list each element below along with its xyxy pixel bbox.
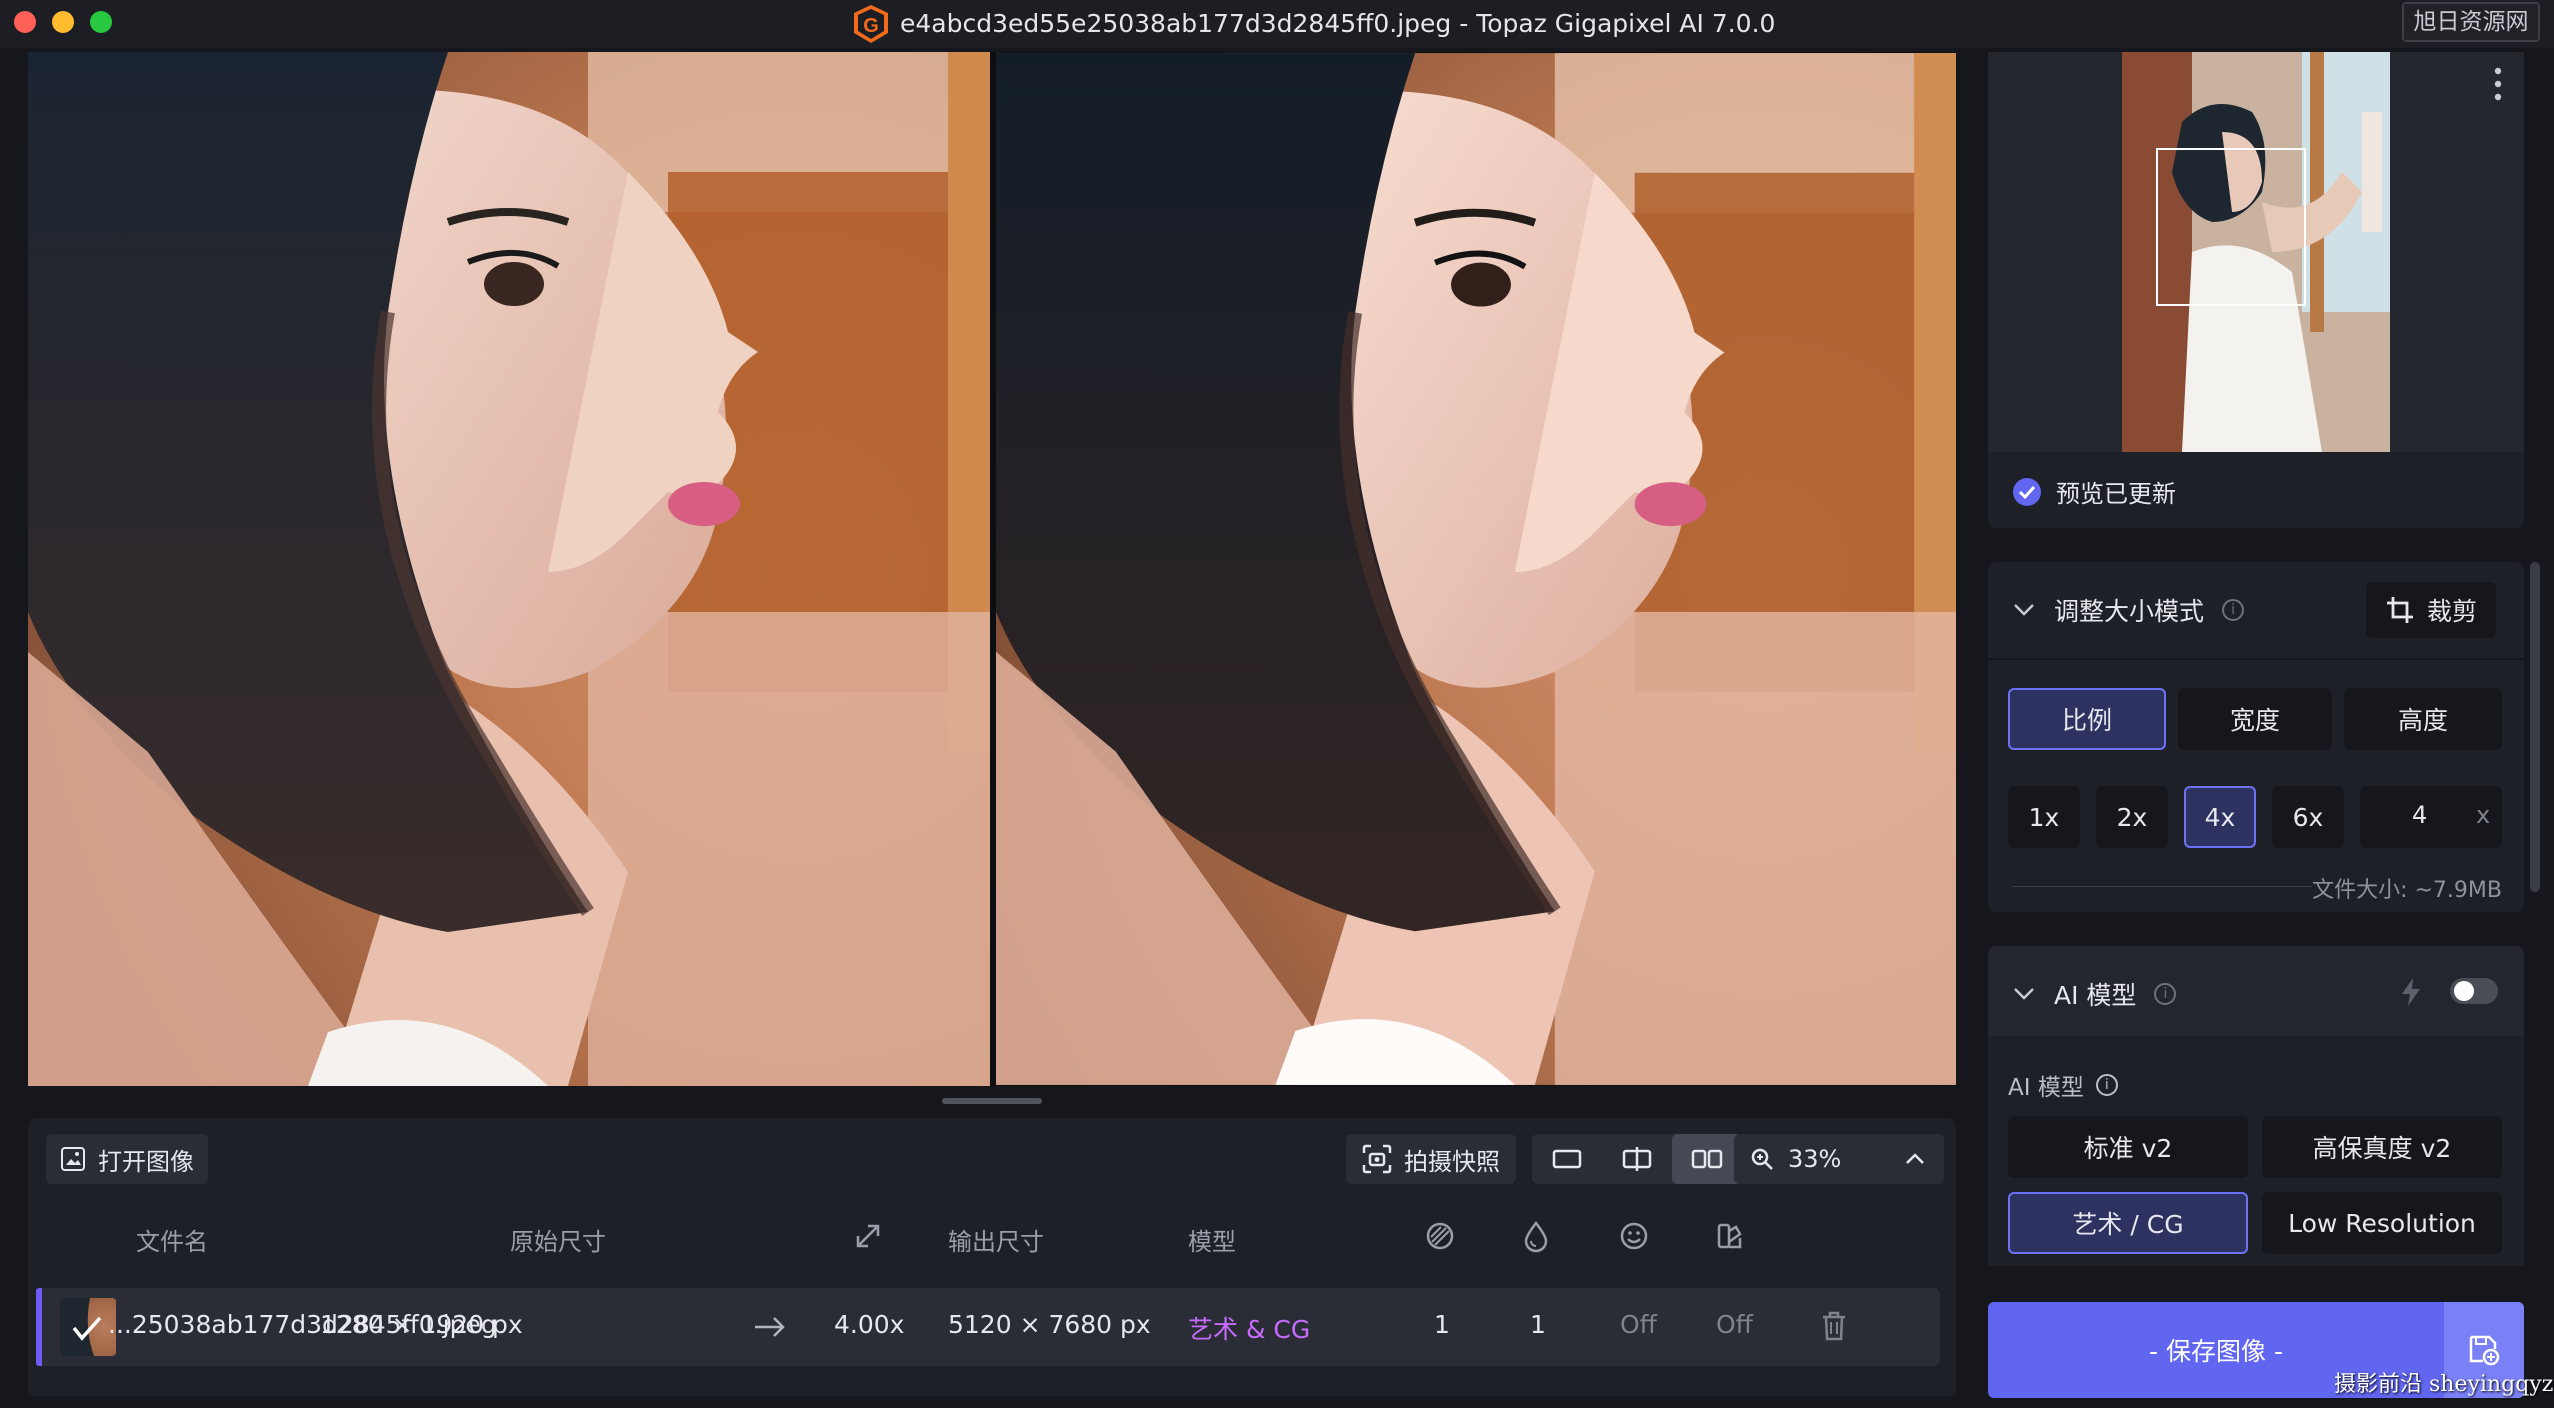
scale-4x-button[interactable]: 4x: [2184, 786, 2256, 848]
row-original-size: 1280 × 1920 px: [320, 1310, 523, 1339]
ai-model-subtitle-text: AI 模型: [2008, 1075, 2084, 1101]
enhanced-image: [996, 52, 1956, 1086]
close-window-button[interactable]: [14, 11, 36, 33]
bolt-icon: [2402, 978, 2420, 1006]
image-preview[interactable]: [28, 52, 1956, 1086]
sharpen-drop-icon: [1524, 1220, 1548, 1253]
resize-mode-panel: 调整大小模式 i 裁剪 比例 宽度 高度 1x 2x 4x 6x 4 x 文件大…: [1988, 562, 2524, 912]
model-high-fidelity-v2-button[interactable]: 高保真度 v2: [2262, 1116, 2502, 1178]
header-model: 模型: [1188, 1228, 1236, 1256]
split-view-icon: [1622, 1147, 1652, 1171]
row-sharpen-value: 1: [1530, 1310, 1546, 1339]
snapshot-label: 拍摄快照: [1404, 1147, 1500, 1176]
navigator-panel: 预览已更新: [1988, 52, 2524, 528]
crop-icon: [2386, 597, 2413, 623]
face-recovery-icon: [1620, 1222, 1648, 1250]
svg-text:G: G: [863, 15, 879, 37]
row-denoise-value: 1: [1434, 1310, 1450, 1339]
check-circle-icon: [2013, 477, 2041, 506]
file-panel: 打开图像 拍摄快照 33% 文件名 原始尺寸 输出尺寸 模型 ...25038a…: [28, 1118, 1956, 1396]
watermark-top: 旭日资源网: [2402, 2, 2540, 42]
zoom-control[interactable]: 33%: [1734, 1134, 1944, 1184]
header-filename: 文件名: [136, 1228, 208, 1256]
zoom-value: 33%: [1788, 1145, 1842, 1173]
header-original-size: 原始尺寸: [510, 1228, 606, 1256]
original-image-pane[interactable]: [28, 52, 990, 1086]
ai-model-toggle[interactable]: [2450, 978, 2498, 1004]
mode-height-button[interactable]: 高度: [2344, 688, 2502, 750]
window-title: e4abcd3ed55e25038ab177d3d2845ff0.jpeg - …: [900, 9, 1776, 38]
watermark-bottom: 摄影前沿 sheyingqyz.com: [2334, 1372, 2554, 1397]
table-row[interactable]: ...25038ab177d3d2845ff0.jpeg 1280 × 1920…: [36, 1288, 1940, 1366]
file-size-estimate: 文件大小: ~7.9MB: [2312, 878, 2502, 903]
chevron-up-icon[interactable]: [1904, 1152, 1926, 1166]
panel-resize-handle[interactable]: [942, 1098, 1042, 1104]
crop-button[interactable]: 裁剪: [2366, 582, 2496, 638]
mode-ratio-button[interactable]: 比例: [2008, 688, 2166, 750]
toggle-knob: [2454, 981, 2474, 1001]
ai-model-title: AI 模型: [2054, 981, 2137, 1010]
header-output-size: 输出尺寸: [948, 1228, 1044, 1256]
custom-scale-value: 4: [2412, 801, 2428, 829]
single-view-icon: [1552, 1149, 1582, 1169]
enhanced-image-pane[interactable]: [996, 52, 1956, 1086]
resize-mode-header[interactable]: 调整大小模式 i: [2012, 592, 2245, 628]
topaz-logo-icon: G: [854, 5, 888, 43]
divider: [2012, 886, 2312, 887]
open-image-button[interactable]: 打开图像: [46, 1134, 208, 1184]
open-image-label: 打开图像: [98, 1147, 194, 1176]
scale-expand-icon: [856, 1224, 880, 1248]
model-art-cg-button[interactable]: 艺术 / CG: [2008, 1192, 2248, 1254]
scale-6x-button[interactable]: 6x: [2272, 786, 2344, 848]
preview-status: 预览已更新: [2012, 474, 2176, 509]
row-color-value: Off: [1716, 1310, 1753, 1339]
minimize-window-button[interactable]: [52, 11, 74, 33]
more-options-icon[interactable]: [2494, 66, 2502, 102]
snapshot-button[interactable]: 拍摄快照: [1346, 1134, 1516, 1184]
title-bar: G e4abcd3ed55e25038ab177d3d2845ff0.jpeg …: [0, 0, 2554, 48]
side-by-side-view-button[interactable]: [1672, 1134, 1742, 1184]
scale-2x-button[interactable]: 2x: [2096, 786, 2168, 848]
info-icon[interactable]: i: [2095, 1074, 2118, 1096]
info-icon[interactable]: i: [2154, 983, 2177, 1005]
model-standard-v2-button[interactable]: 标准 v2: [2008, 1116, 2248, 1178]
mode-width-button[interactable]: 宽度: [2178, 688, 2332, 750]
split-view-button[interactable]: [1602, 1134, 1672, 1184]
single-view-button[interactable]: [1532, 1134, 1602, 1184]
row-output-size: 5120 × 7680 px: [948, 1310, 1151, 1339]
original-image: [28, 52, 990, 1086]
scale-1x-button[interactable]: 1x: [2008, 786, 2080, 848]
row-scale: 4.00x: [834, 1310, 905, 1339]
sidebar-scrollbar[interactable]: [2530, 562, 2540, 892]
ai-model-panel: AI 模型 i AI 模型 i 标准 v2 高保真度 v2 艺术 / CG Lo…: [1988, 946, 2524, 1266]
denoise-icon: [1426, 1222, 1454, 1250]
trash-icon[interactable]: [1820, 1310, 1848, 1342]
divider: [1988, 658, 2524, 660]
color-correction-icon: [1717, 1223, 1742, 1249]
crop-label: 裁剪: [2426, 597, 2477, 626]
chevron-down-icon: [2014, 988, 2034, 1000]
ai-model-subtitle: AI 模型 i: [2008, 1068, 2118, 1102]
zoom-icon: [1751, 1148, 1773, 1170]
resize-mode-title: 调整大小模式: [2054, 597, 2205, 626]
row-model[interactable]: 艺术 & CG: [1188, 1310, 1310, 1346]
image-icon: [61, 1147, 85, 1171]
preview-status-text: 预览已更新: [2056, 480, 2176, 508]
side-by-side-icon: [1691, 1149, 1723, 1169]
info-icon[interactable]: i: [2222, 599, 2245, 621]
row-face-recovery-value: Off: [1620, 1310, 1657, 1339]
maximize-window-button[interactable]: [90, 11, 112, 33]
save-options-icon: [2469, 1335, 2500, 1366]
model-low-resolution-button[interactable]: Low Resolution: [2262, 1192, 2502, 1254]
custom-scale-suffix: x: [2476, 801, 2491, 829]
view-mode-group: [1532, 1134, 1742, 1184]
chevron-down-icon: [2014, 604, 2034, 616]
arrow-right-icon: [755, 1317, 785, 1337]
navigator-viewport-rect[interactable]: [2156, 148, 2306, 306]
custom-scale-input[interactable]: 4 x: [2360, 786, 2502, 848]
snapshot-icon: [1362, 1144, 1392, 1174]
row-selected-indicator: [36, 1288, 42, 1366]
ai-model-header[interactable]: AI 模型 i: [2012, 976, 2177, 1012]
